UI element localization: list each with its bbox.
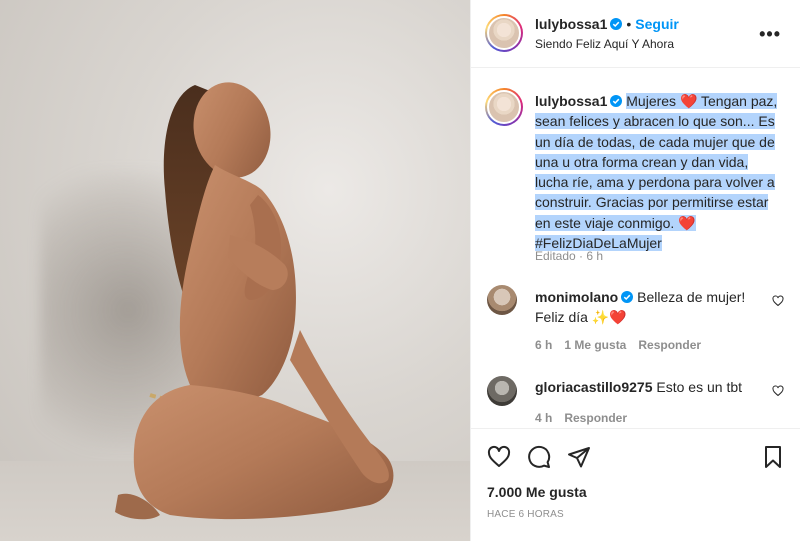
reply-button[interactable]: Responder (564, 411, 627, 425)
author-line: lulybossa1 • Seguir (535, 16, 679, 32)
comment-bubble-icon[interactable] (527, 445, 551, 469)
author-avatar[interactable] (485, 14, 523, 52)
caption-line: sean felices y abracen lo que son... Es (535, 113, 775, 130)
verified-badge-icon (610, 95, 623, 107)
post-actions: 7.000 Me gusta HACE 6 HORAS (471, 428, 800, 541)
post-header: lulybossa1 • Seguir Siendo Feliz Aquí Y Ah… (471, 0, 800, 68)
more-horizontal-icon[interactable]: ••• (759, 24, 781, 45)
comment-likes[interactable]: 1 Me gusta (564, 338, 626, 352)
share-send-icon[interactable] (567, 445, 591, 469)
comment: monimolano Belleza de mujer! Feliz día ✨… (535, 287, 770, 327)
commenter-avatar[interactable] (487, 285, 517, 315)
comment-text: Belleza de mujer! (637, 289, 746, 305)
caption-line: Mujeres ❤️ Tengan paz, (626, 93, 778, 109)
caption-line: construir. Gracias por permitirse estar (535, 194, 769, 211)
post-photo[interactable] (0, 0, 470, 541)
comment-age: 4 h (535, 411, 553, 425)
follow-button[interactable]: Seguir (635, 16, 679, 32)
verified-badge-icon (621, 291, 634, 303)
comment-age: 6 h (535, 338, 553, 352)
comment-text: Esto es un tbt (656, 379, 743, 395)
comment-like-heart-icon[interactable] (772, 295, 784, 307)
figure-illustration (115, 82, 394, 520)
caption-line: una u otra forma crean y dan vida, (535, 153, 749, 170)
likes-count[interactable]: 7.000 Me gusta (487, 484, 587, 500)
separator-dot: • (626, 16, 632, 32)
comment-username[interactable]: gloriacastillo9275 (535, 379, 653, 395)
reply-button[interactable]: Responder (638, 338, 701, 352)
like-heart-icon[interactable] (487, 445, 511, 469)
post-caption: lulybossa1 Mujeres ❤️ Tengan paz, sean f… (535, 91, 785, 253)
save-bookmark-icon[interactable] (761, 445, 785, 469)
caption-line: un día de todas, de cada mujer que de (535, 133, 775, 150)
post-location[interactable]: Siendo Feliz Aquí Y Ahora (535, 37, 674, 51)
caption-avatar[interactable] (485, 88, 523, 126)
verified-badge-icon (610, 18, 623, 30)
commenter-avatar[interactable] (487, 376, 517, 406)
caption-meta: Editado · 6 h (535, 249, 604, 263)
caption-line: lucha ríe, ama y perdona para volver a (535, 174, 775, 191)
author-username[interactable]: lulybossa1 (535, 16, 607, 32)
comment-meta: 4 h Responder (535, 411, 639, 425)
comment-like-heart-icon[interactable] (772, 385, 784, 397)
post-side-panel: lulybossa1 • Seguir Siendo Feliz Aquí Y Ah… (470, 0, 800, 541)
post-time[interactable]: HACE 6 HORAS (487, 509, 564, 520)
caption-username[interactable]: lulybossa1 (535, 93, 607, 109)
comment-meta: 6 h 1 Me gusta Responder (535, 338, 713, 352)
comment: gloriacastillo9275 Esto es un tbt (535, 377, 770, 397)
comment-username[interactable]: monimolano (535, 289, 618, 305)
comment-text: Feliz día ✨❤️ (535, 309, 627, 325)
caption-line: en este viaje conmigo. ❤️ (535, 214, 696, 231)
